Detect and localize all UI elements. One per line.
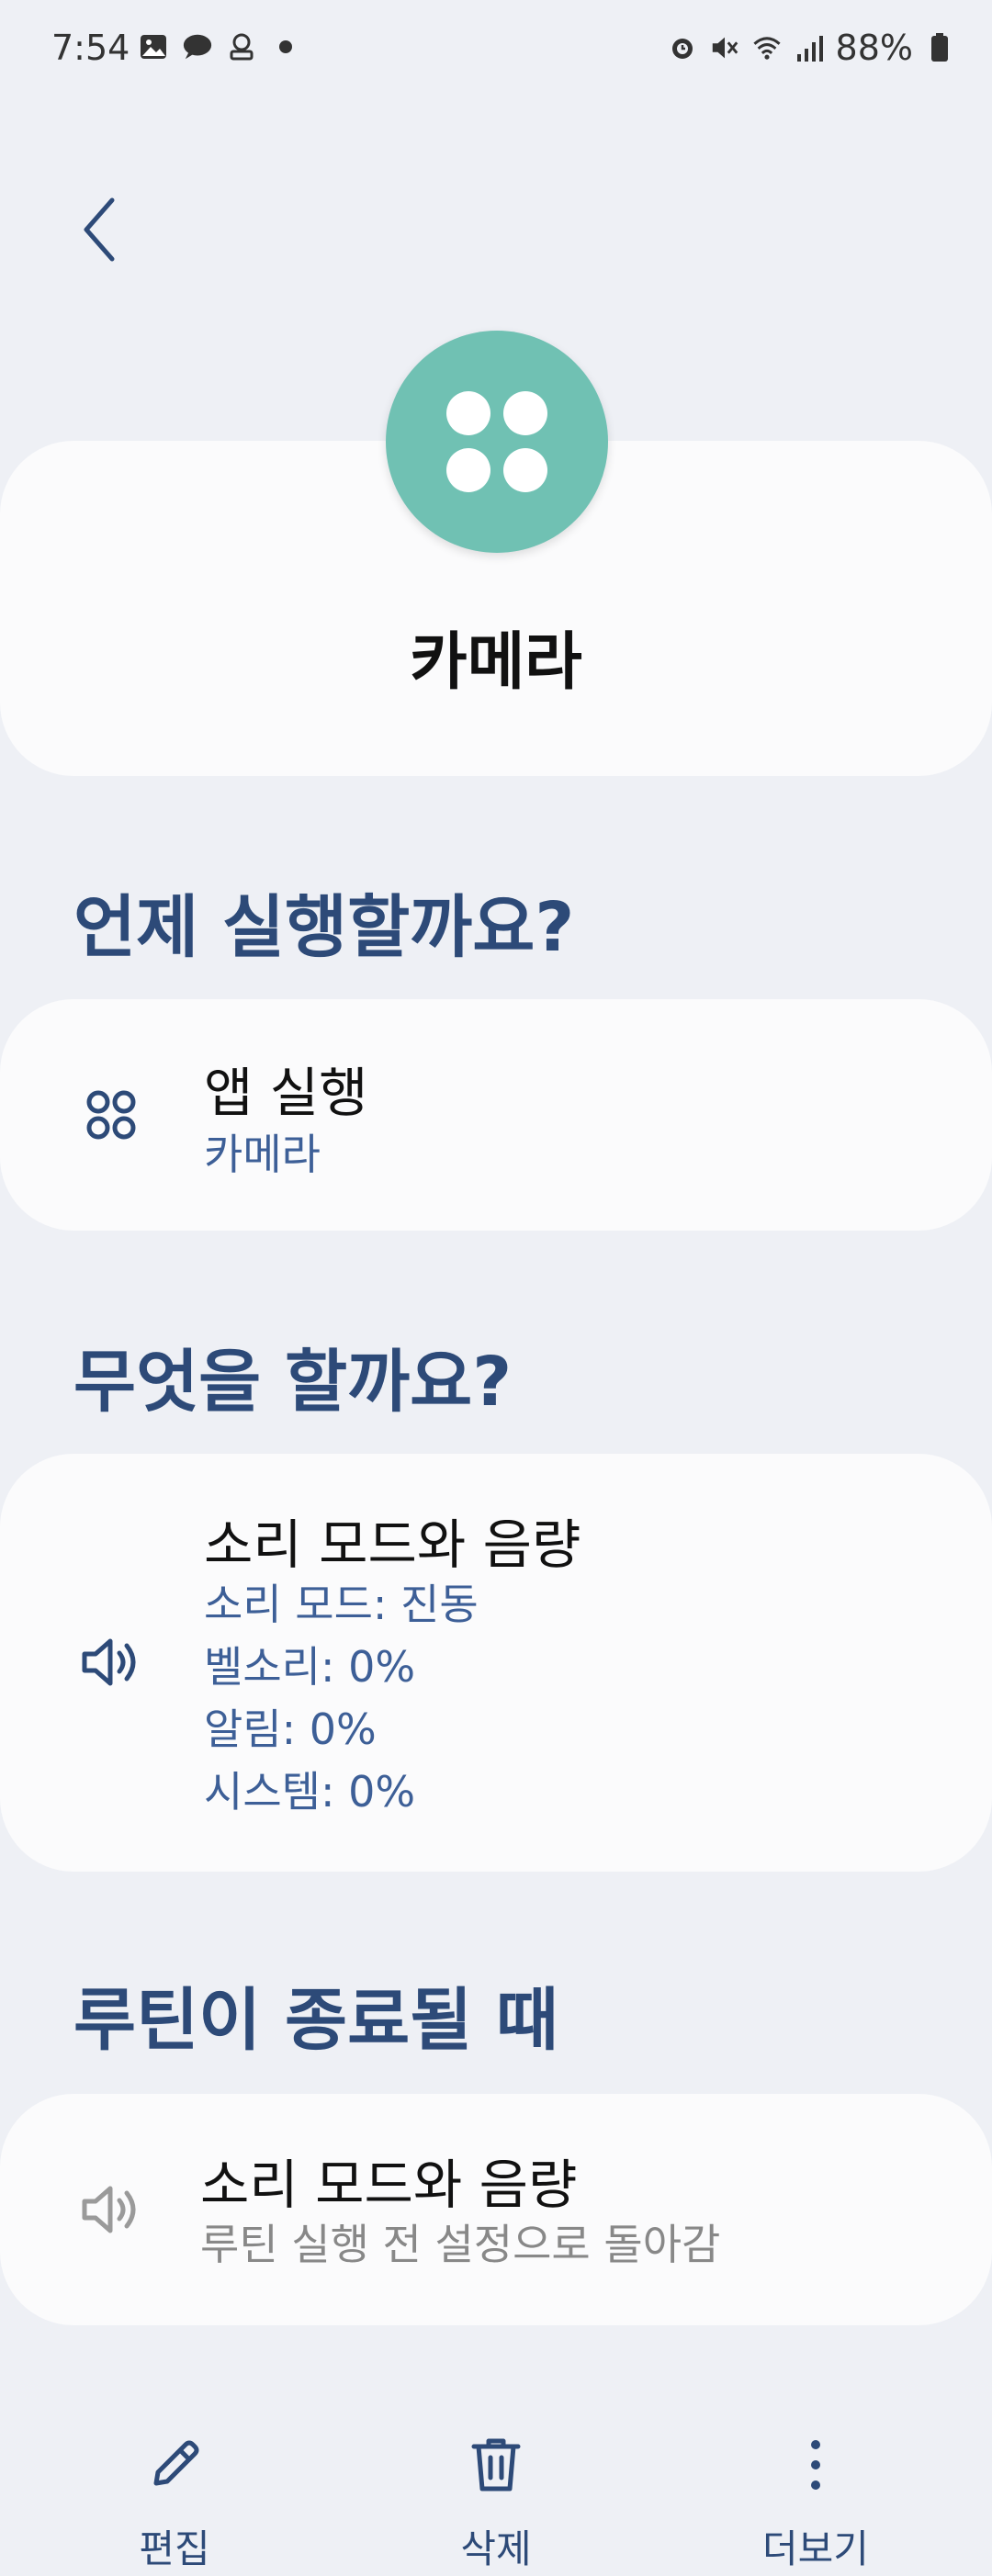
wifi-icon: [751, 32, 783, 63]
volume-icon: [79, 2177, 143, 2242]
chevron-left-icon: [79, 197, 119, 266]
status-time: 7:54: [51, 28, 130, 68]
trigger-detail: 카메라: [204, 1130, 321, 1179]
action-detail-ringtone: 벨소리: 0%: [204, 1642, 416, 1692]
mute-icon: [709, 32, 740, 63]
end-detail: 루틴 실행 전 설정으로 돌아감: [200, 2220, 721, 2269]
end-section-heading: 루틴이 종료될 때: [73, 1981, 559, 2060]
delete-button[interactable]: 삭제: [386, 2406, 606, 2574]
action-detail-sound-mode: 소리 모드: 진동: [204, 1580, 479, 1629]
end-title: 소리 모드와 음량: [200, 2154, 578, 2216]
delete-label: 삭제: [460, 2526, 532, 2571]
action-section-heading: 무엇을 할까요?: [73, 1343, 513, 1422]
alarm-icon: [667, 32, 698, 63]
emoji-icon: [226, 31, 257, 62]
signal-icon: [794, 32, 825, 63]
more-button[interactable]: 더보기: [705, 2406, 926, 2574]
image-icon: [138, 31, 169, 62]
action-card[interactable]: 소리 모드와 음량 소리 모드: 진동 벨소리: 0% 알림: 0% 시스템: …: [0, 1454, 992, 1872]
more-label: 더보기: [762, 2526, 869, 2571]
status-notification-icons: [138, 31, 301, 62]
action-title: 소리 모드와 음량: [204, 1513, 581, 1576]
pencil-icon: [64, 2428, 285, 2502]
apps-grid-icon: [386, 331, 608, 553]
action-detail-notification: 알림: 0%: [204, 1704, 377, 1754]
status-right-icons: 88%: [667, 28, 955, 68]
more-vertical-icon: [705, 2428, 926, 2502]
status-bar: 7:54 88%: [0, 0, 992, 101]
volume-icon: [79, 1630, 143, 1694]
edit-button[interactable]: 편집: [64, 2406, 285, 2574]
battery-icon: [924, 32, 955, 63]
end-card[interactable]: 소리 모드와 음량 루틴 실행 전 설정으로 돌아감: [0, 2094, 992, 2325]
trigger-title: 앱 실행: [204, 1062, 368, 1124]
trash-icon: [386, 2428, 606, 2502]
edit-label: 편집: [139, 2526, 210, 2571]
chat-bubble-icon: [182, 31, 213, 62]
trigger-section-heading: 언제 실행할까요?: [73, 888, 575, 967]
routine-title: 카메라: [410, 626, 582, 699]
back-button[interactable]: [72, 195, 127, 268]
bottom-action-bar: 편집 삭제 더보기: [0, 2406, 992, 2576]
dot-icon: [270, 31, 301, 62]
battery-percentage: 88%: [835, 28, 913, 68]
action-detail-system: 시스템: 0%: [204, 1767, 416, 1817]
trigger-card[interactable]: 앱 실행 카메라: [0, 999, 992, 1231]
apps-icon: [79, 1083, 143, 1147]
